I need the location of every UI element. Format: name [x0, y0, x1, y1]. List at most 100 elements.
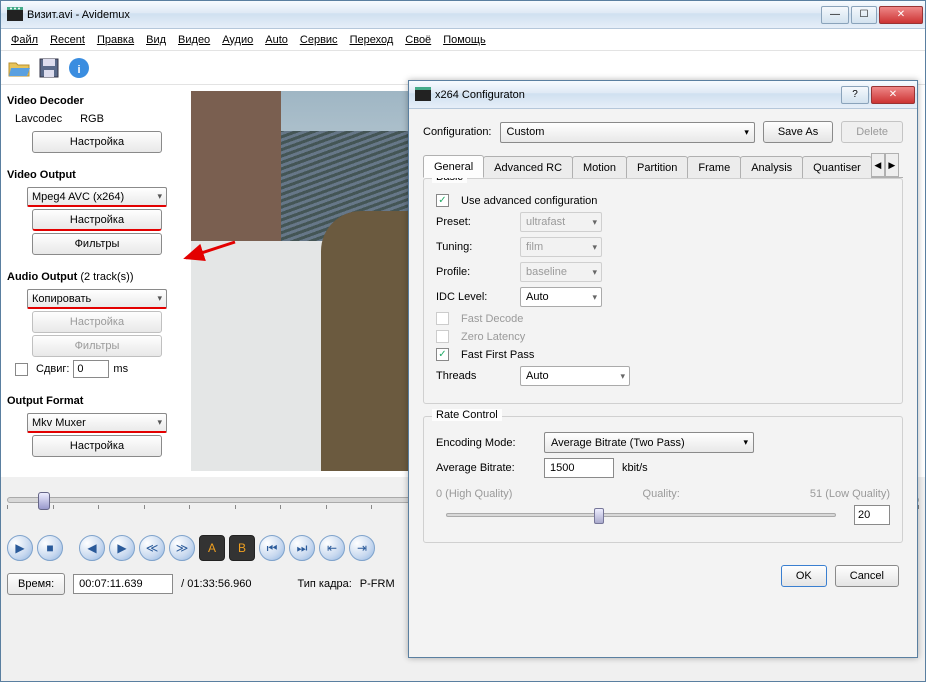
audio-config-button: Настройка	[32, 311, 162, 333]
menu-recent[interactable]: Recent	[44, 32, 91, 48]
save-icon[interactable]	[37, 56, 61, 80]
time-input[interactable]: 00:07:11.639	[73, 574, 173, 594]
audio-codec-combo[interactable]: Копировать	[27, 289, 167, 309]
video-codec-combo[interactable]: Mpeg4 AVC (x264)	[27, 187, 167, 207]
idc-combo[interactable]: Auto	[520, 287, 602, 307]
menu-view[interactable]: Вид	[140, 32, 172, 48]
bitrate-input[interactable]: 1500	[544, 458, 614, 478]
shift-checkbox[interactable]	[15, 363, 28, 376]
next-key-button[interactable]: ≫	[169, 535, 195, 561]
menu-video[interactable]: Видео	[172, 32, 216, 48]
adv-label: Use advanced configuration	[461, 195, 597, 207]
mark-a-button[interactable]: A	[199, 535, 225, 561]
threads-combo[interactable]: Auto	[520, 366, 630, 386]
idc-label: IDC Level:	[436, 291, 512, 303]
config-combo[interactable]: Custom	[500, 122, 755, 143]
bitrate-unit: kbit/s	[622, 462, 648, 474]
rate-control-group: Rate Control Encoding Mode:Average Bitra…	[423, 416, 903, 543]
main-titlebar[interactable]: Визит.avi - Avidemux — ☐ ✕	[1, 1, 925, 29]
tab-partition[interactable]: Partition	[626, 156, 688, 178]
goto-b-button[interactable]: ⇥	[349, 535, 375, 561]
side-panel: Video Decoder Lavcodec RGB Настройка Vid…	[7, 91, 187, 471]
audio-output-heading: Audio Output (2 track(s))	[7, 271, 187, 283]
menu-edit[interactable]: Правка	[91, 32, 140, 48]
encmode-combo[interactable]: Average Bitrate (Two Pass)	[544, 432, 754, 453]
time-label-button[interactable]: Время:	[7, 573, 65, 595]
x264-dialog: x264 Configuraton ? ✕ Configuration: Cus…	[408, 80, 918, 658]
profile-label: Profile:	[436, 266, 512, 278]
tab-quantiser[interactable]: Quantiser	[802, 156, 872, 178]
shift-unit: ms	[113, 363, 128, 375]
muxer-combo[interactable]: Mkv Muxer	[27, 413, 167, 433]
encmode-label: Encoding Mode:	[436, 437, 536, 449]
quality-slider	[446, 513, 836, 517]
cancel-button[interactable]: Cancel	[835, 565, 899, 587]
zerolat-checkbox	[436, 330, 449, 343]
prev-frame-button[interactable]: ◀	[79, 535, 105, 561]
menu-go[interactable]: Переход	[344, 32, 400, 48]
menu-help[interactable]: Помощь	[437, 32, 492, 48]
info-icon[interactable]: i	[67, 56, 91, 80]
ok-button[interactable]: OK	[781, 565, 827, 587]
mark-b-button[interactable]: B	[229, 535, 255, 561]
fastdecode-checkbox	[436, 312, 449, 325]
dialog-icon	[415, 87, 431, 103]
minimize-button[interactable]: —	[821, 6, 849, 24]
dialog-titlebar[interactable]: x264 Configuraton ? ✕	[409, 81, 917, 109]
menu-auto[interactable]: Auto	[259, 32, 294, 48]
goto-a-button[interactable]: ⇤	[319, 535, 345, 561]
open-icon[interactable]	[7, 56, 31, 80]
profile-combo: baseline	[520, 262, 602, 282]
config-label: Configuration:	[423, 126, 492, 138]
tab-advanced-rc[interactable]: Advanced RC	[483, 156, 573, 178]
stop-button[interactable]: ■	[37, 535, 63, 561]
output-format-heading: Output Format	[7, 395, 187, 407]
video-config-button[interactable]: Настройка	[32, 209, 162, 231]
main-title: Визит.avi - Avidemux	[27, 9, 821, 21]
dialog-close-button[interactable]: ✕	[871, 86, 915, 104]
menu-file[interactable]: Файл	[5, 32, 44, 48]
tab-general[interactable]: General	[423, 155, 484, 178]
tab-motion[interactable]: Motion	[572, 156, 627, 178]
play-button[interactable]: ▶	[7, 535, 33, 561]
ffp-checkbox[interactable]: ✓	[436, 348, 449, 361]
goto-start-button[interactable]: ⏮	[259, 535, 285, 561]
quality-left-label: 0 (High Quality)	[436, 488, 512, 500]
shift-input[interactable]: 0	[73, 360, 109, 378]
preset-combo: ultrafast	[520, 212, 602, 232]
prev-key-button[interactable]: ≪	[139, 535, 165, 561]
shift-label: Сдвиг:	[36, 363, 69, 375]
svg-text:i: i	[77, 64, 80, 76]
dialog-title: x264 Configuraton	[435, 89, 841, 101]
maximize-button[interactable]: ☐	[851, 6, 877, 24]
video-filters-button[interactable]: Фильтры	[32, 233, 162, 255]
menu-tools[interactable]: Сервис	[294, 32, 344, 48]
tab-analysis[interactable]: Analysis	[740, 156, 803, 178]
quality-mid-label: Quality:	[520, 488, 801, 500]
decoder-config-button[interactable]: Настройка	[32, 131, 162, 153]
adv-checkbox[interactable]: ✓	[436, 194, 449, 207]
tab-bar: General Advanced RC Motion Partition Fra…	[423, 153, 903, 178]
next-frame-button[interactable]: ▶	[109, 535, 135, 561]
frametype-label: Тип кадра:	[298, 578, 352, 590]
menu-audio[interactable]: Аудио	[216, 32, 259, 48]
goto-end-button[interactable]: ⏭	[289, 535, 315, 561]
tuning-combo: film	[520, 237, 602, 257]
close-button[interactable]: ✕	[879, 6, 923, 24]
menu-custom[interactable]: Своё	[399, 32, 437, 48]
decoder-codec: Lavcodec	[15, 113, 62, 125]
decoder-color: RGB	[80, 113, 104, 125]
tab-frame[interactable]: Frame	[687, 156, 741, 178]
menu-bar[interactable]: Файл Recent Правка Вид Видео Аудио Auto …	[1, 29, 925, 51]
delete-button: Delete	[841, 121, 903, 143]
tab-scroll-left[interactable]: ◀	[871, 153, 885, 177]
dialog-footer: OK Cancel	[423, 555, 903, 587]
rc-title: Rate Control	[432, 409, 502, 421]
video-preview	[191, 91, 411, 471]
muxer-config-button[interactable]: Настройка	[32, 435, 162, 457]
timeline-thumb[interactable]	[38, 492, 50, 510]
dialog-help-button[interactable]: ?	[841, 86, 869, 104]
tab-scroll-right[interactable]: ▶	[885, 153, 899, 177]
preset-label: Preset:	[436, 216, 512, 228]
saveas-button[interactable]: Save As	[763, 121, 833, 143]
